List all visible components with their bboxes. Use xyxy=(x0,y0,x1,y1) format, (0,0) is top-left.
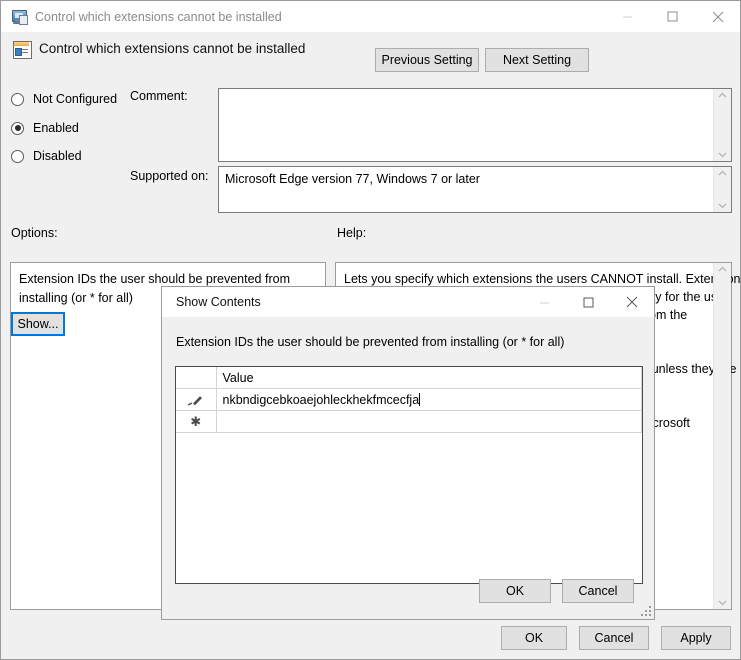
row-edit-pencil-icon xyxy=(176,388,217,411)
dialog-title: Show Contents xyxy=(176,295,261,309)
radio-not-configured[interactable]: Not Configured xyxy=(11,92,117,106)
setting-header: Control which extensions cannot be insta… xyxy=(1,32,740,79)
radio-enabled[interactable]: Enabled xyxy=(11,121,79,135)
scroll-up-icon[interactable] xyxy=(718,263,727,276)
previous-setting-button[interactable]: Previous Setting xyxy=(375,48,479,72)
show-contents-dialog: Show Contents Extension IDs the user sho… xyxy=(161,286,655,620)
comment-input[interactable] xyxy=(218,88,732,162)
radio-enabled-indicator xyxy=(11,121,24,135)
help-label: Help: xyxy=(337,226,367,240)
screen: Control which extensions cannot be insta… xyxy=(0,0,741,660)
maximize-icon[interactable] xyxy=(650,1,695,32)
radio-not-configured-label: Not Configured xyxy=(33,92,118,106)
resize-grip-icon[interactable] xyxy=(639,604,651,616)
scroll-down-icon[interactable] xyxy=(718,596,727,609)
policy-setting-icon xyxy=(13,40,32,59)
grid-corner-header xyxy=(176,367,217,389)
scroll-down-icon[interactable] xyxy=(718,199,727,212)
text-caret xyxy=(419,392,421,406)
window-titlebar: Control which extensions cannot be insta… xyxy=(1,1,740,32)
scroll-up-icon[interactable] xyxy=(718,167,727,180)
dialog-ok-button[interactable]: OK xyxy=(479,579,551,603)
minimize-icon[interactable] xyxy=(605,1,650,32)
window-controls xyxy=(605,1,740,32)
show-button[interactable]: Show... xyxy=(11,312,65,336)
comment-scrollbar[interactable] xyxy=(713,89,731,161)
cancel-button[interactable]: Cancel xyxy=(579,626,649,650)
scroll-up-icon[interactable] xyxy=(718,89,727,102)
ok-button[interactable]: OK xyxy=(501,626,567,650)
maximize-icon[interactable] xyxy=(566,287,610,317)
row-value-cell[interactable]: nkbndigcebkoaejohleckhekfmcecfja xyxy=(216,388,642,411)
radio-disabled-indicator xyxy=(11,149,24,163)
table-row[interactable]: nkbndigcebkoaejohleckhekfmcecfja xyxy=(176,388,642,411)
row-new-asterisk-icon: ✱ xyxy=(176,410,217,433)
dialog-window-controls xyxy=(522,287,654,317)
help-scrollbar[interactable] xyxy=(713,263,731,609)
supported-on-scrollbar[interactable] xyxy=(713,167,731,212)
apply-button[interactable]: Apply xyxy=(661,626,731,650)
dialog-cancel-button[interactable]: Cancel xyxy=(562,579,634,603)
dialog-titlebar: Show Contents xyxy=(162,287,654,317)
radio-disabled[interactable]: Disabled xyxy=(11,149,82,163)
close-icon[interactable] xyxy=(610,287,654,317)
supported-on-value: Microsoft Edge version 77, Windows 7 or … xyxy=(225,172,480,186)
grid-column-value: Value xyxy=(216,367,642,389)
monitor-icon xyxy=(11,9,28,25)
row-value-text: nkbndigcebkoaejohleckhekfmcecfja xyxy=(222,392,420,407)
close-icon[interactable] xyxy=(695,1,740,32)
table-row[interactable]: ✱ xyxy=(176,410,642,433)
radio-disabled-label: Disabled xyxy=(33,149,82,163)
radio-not-configured-indicator xyxy=(11,92,24,106)
comment-label: Comment: xyxy=(130,89,188,103)
scroll-down-icon[interactable] xyxy=(718,148,727,161)
row-value-cell[interactable] xyxy=(216,410,642,433)
page-title: Control which extensions cannot be insta… xyxy=(39,41,306,56)
options-label: Options: xyxy=(11,226,58,240)
supported-on-input[interactable]: Microsoft Edge version 77, Windows 7 or … xyxy=(218,166,732,213)
supported-on-label: Supported on: xyxy=(130,169,209,183)
radio-enabled-label: Enabled xyxy=(33,121,79,135)
values-grid[interactable]: Value nkbndigcebkoaejohleckhekfmcecfja ✱ xyxy=(175,366,643,584)
next-setting-button[interactable]: Next Setting xyxy=(485,48,589,72)
grid-header-row: Value xyxy=(176,367,642,389)
minimize-icon[interactable] xyxy=(522,287,566,317)
dialog-caption: Extension IDs the user should be prevent… xyxy=(176,335,565,349)
window-title: Control which extensions cannot be insta… xyxy=(35,9,282,24)
